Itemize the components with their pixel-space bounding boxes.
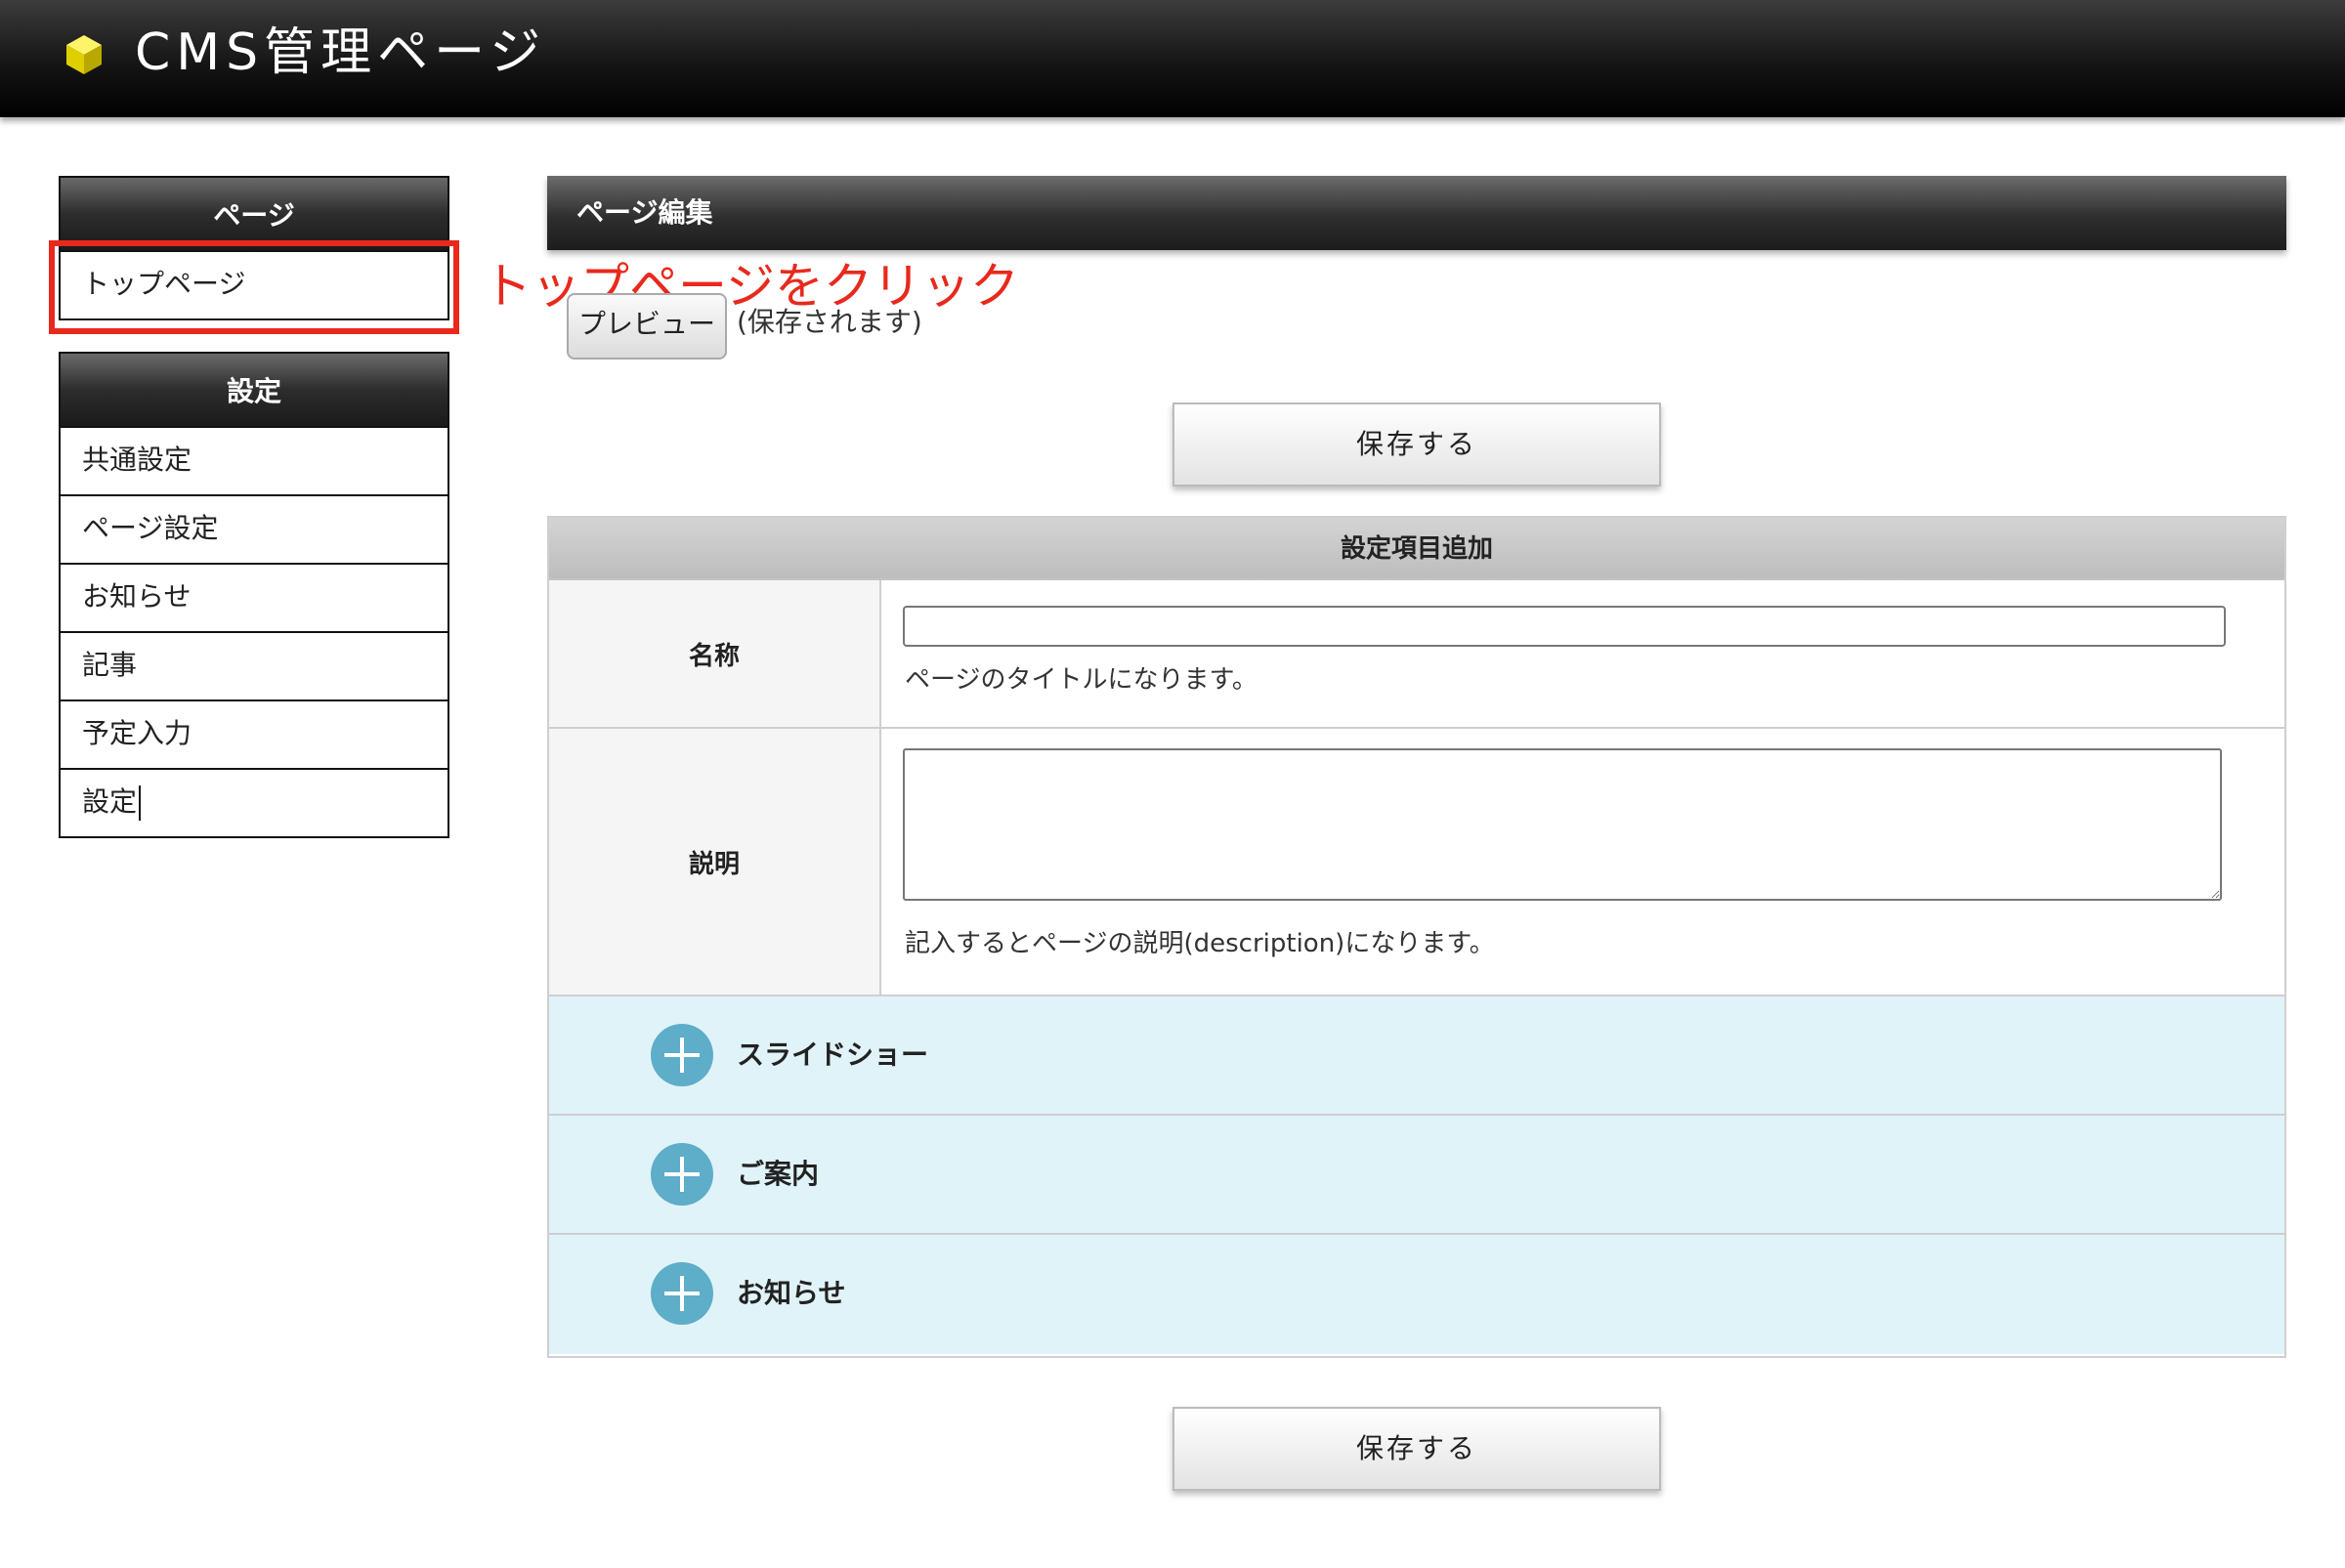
sidebar-item-news[interactable]: お知らせ [59, 565, 449, 633]
sidebar-item-articles[interactable]: 記事 [59, 633, 449, 701]
annotation-highlight-box [49, 240, 459, 334]
section-add-slideshow[interactable]: スライドショー [549, 996, 2284, 1116]
section-label: ご案内 [737, 1158, 820, 1190]
sidebar-heading-settings: 設定 [59, 352, 449, 428]
description-textarea[interactable] [903, 748, 2222, 901]
cube-logo-icon [66, 35, 102, 74]
preview-button[interactable]: プレビュー [567, 293, 727, 360]
section-add-guide[interactable]: ご案内 [549, 1116, 2284, 1235]
sidebar-settings-menu: 設定 共通設定 ページ設定 お知らせ 記事 予定入力 設定 [59, 352, 449, 838]
save-button-bottom[interactable]: 保存する [1172, 1407, 1661, 1491]
save-button-top[interactable]: 保存する [1172, 403, 1661, 487]
form-row-name: 名称 ページのタイトルになります。 [549, 580, 2284, 729]
settings-form-table: 設定項目追加 名称 ページのタイトルになります。 説明 記入するとページの説明(… [547, 516, 2286, 1358]
section-label: お知らせ [737, 1277, 846, 1309]
name-help-text: ページのタイトルになります。 [905, 665, 1258, 695]
sidebar-item-schedule[interactable]: 予定入力 [59, 701, 449, 770]
plus-circle-icon[interactable] [651, 1262, 713, 1325]
description-help-text: 記入するとページの説明(description)になります。 [905, 929, 1495, 958]
page-edit-heading: ページ編集 [547, 176, 2286, 250]
sidebar-item-common-settings[interactable]: 共通設定 [59, 428, 449, 496]
section-add-news[interactable]: お知らせ [549, 1235, 2284, 1354]
text-cursor [139, 785, 142, 821]
form-row-description: 説明 記入するとページの説明(description)になります。 [549, 729, 2284, 996]
sidebar-item-page-settings[interactable]: ページ設定 [59, 496, 449, 565]
plus-circle-icon[interactable] [651, 1143, 713, 1206]
sidebar-item-settings-label: 設定 [82, 785, 138, 818]
name-input[interactable] [903, 606, 2226, 647]
form-caption: 設定項目追加 [549, 518, 2284, 580]
name-label: 名称 [549, 580, 881, 727]
plus-circle-icon[interactable] [651, 1024, 713, 1086]
preview-note: (保存されます) [737, 306, 922, 338]
sidebar-item-settings[interactable]: 設定 [59, 770, 449, 838]
section-label: スライドショー [737, 1038, 929, 1071]
app-title: CMS管理ページ [135, 23, 547, 82]
description-label: 説明 [549, 729, 881, 995]
app-header: CMS管理ページ [0, 0, 2345, 117]
